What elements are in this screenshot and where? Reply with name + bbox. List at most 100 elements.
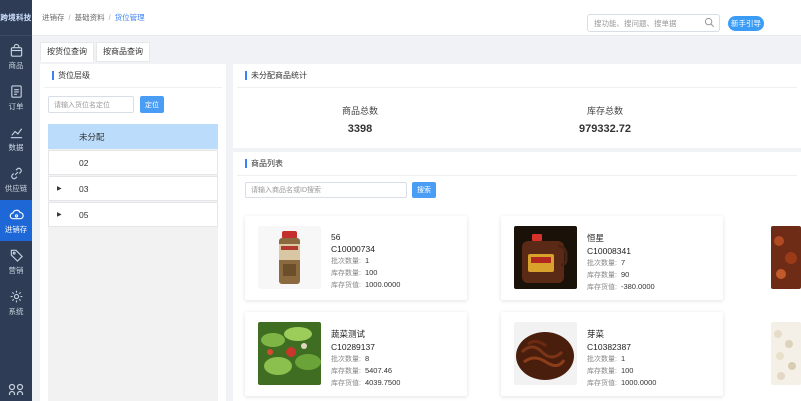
product-card[interactable]: 蔬菜测试 C10289137 批次数量: 8 库存数量: 5407.46 库存货值:… [245, 312, 467, 396]
title-accent-bar [245, 71, 247, 80]
stock-amount-value: -380.0000 [620, 282, 655, 291]
nav-item-marketing[interactable]: 营销 [0, 241, 32, 282]
nav-item-data[interactable]: 数据 [0, 118, 32, 159]
document-icon [10, 84, 22, 98]
tree-label: 未分配 [79, 131, 105, 142]
chart-icon [10, 127, 22, 138]
breadcrumb-item[interactable]: 基础资料 [75, 12, 105, 23]
product-image[interactable] [771, 322, 801, 385]
tree-label: 03 [79, 183, 89, 194]
product-code: C10008341 [587, 246, 631, 256]
product-value-row: 库存货值: 1000.0000 [587, 378, 656, 388]
product-code: C10382387 [587, 342, 631, 352]
field-label: 库存货值: [587, 284, 617, 291]
tree-expand-icon[interactable]: ▶ [57, 211, 67, 218]
cloud-icon [9, 209, 24, 219]
product-value-row: 库存货值: 1000.0000 [331, 280, 400, 290]
gear-icon [10, 290, 22, 302]
field-label: 库存数量: [331, 270, 361, 277]
product-stock-row: 库存数量: 5407.46 [331, 366, 400, 376]
stock-value: 5407.46 [364, 366, 393, 375]
nav-item-inventory[interactable]: 进销存 [0, 200, 32, 241]
breadcrumb-item[interactable]: 进销存 [42, 12, 65, 23]
batch-value: 1 [620, 354, 626, 363]
product-value-row: 库存货值: 4039.7500 [331, 378, 400, 388]
stats-title: 未分配商品统计 [237, 64, 797, 88]
tree-item-02[interactable]: 02 [48, 150, 218, 175]
tab-by-product[interactable]: 按商品查询 [96, 42, 150, 62]
stat-label: 库存总数 [586, 106, 623, 116]
location-search-input[interactable]: 请输入货位名定位 [48, 96, 134, 113]
search-icon[interactable] [704, 17, 715, 28]
product-search-input[interactable]: 请输入商品名或ID搜索 [245, 182, 407, 198]
tree-item-03[interactable]: ▶ 03 [48, 176, 218, 201]
tree-label: 02 [79, 157, 89, 168]
stock-amount-value: 1000.0000 [364, 280, 401, 289]
stat-value: 3398 [347, 123, 373, 135]
nav-label: 进销存 [4, 224, 28, 234]
nav-label: 系统 [8, 306, 24, 316]
nav-item-goods[interactable]: 商品 [0, 36, 32, 77]
search-placeholder: 搜功能、搜问题、搜单据 [594, 18, 677, 28]
locate-button[interactable]: 定位 [140, 96, 164, 113]
product-search-button[interactable]: 搜索 [412, 182, 436, 198]
tree-item-unassigned[interactable]: 未分配 [48, 124, 218, 149]
breadcrumb-separator: / [108, 13, 111, 22]
product-info: 56 C10000734 批次数量: 1 库存数量: 100 库存货值: 1000.0… [331, 232, 400, 290]
product-card[interactable]: 芽菜 C10382387 批次数量: 1 库存数量: 100 库存货值: 1000.0… [501, 312, 723, 396]
stock-value: 100 [620, 366, 634, 375]
product-name: 恒星 [587, 233, 605, 243]
field-label: 库存货值: [331, 380, 361, 387]
nav-label: 数据 [8, 142, 24, 152]
nav-item-system[interactable]: 系统 [0, 282, 32, 323]
stat-label: 商品总数 [341, 106, 378, 116]
breadcrumb-separator: / [68, 13, 71, 22]
product-image [514, 322, 577, 385]
global-search-input[interactable]: 搜功能、搜问题、搜单据 [587, 14, 720, 32]
batch-value: 1 [364, 256, 370, 265]
nav-label: 营销 [8, 265, 24, 275]
nav-label: 供应链 [4, 183, 28, 193]
stock-value: 90 [620, 270, 630, 279]
product-image[interactable] [771, 226, 801, 289]
tree-expand-icon[interactable]: ▶ [57, 185, 67, 192]
nav-item-orders[interactable]: 订单 [0, 77, 32, 118]
product-card[interactable]: 恒星 C10008341 批次数量: 7 库存数量: 90 库存货值: -380.00… [501, 216, 723, 300]
stock-amount-value: 4039.7500 [364, 378, 401, 387]
field-label: 库存数量: [587, 368, 617, 375]
location-panel: 货位层级 请输入货位名定位 定位 未分配 02 ▶ 03 ▶ 05 [40, 64, 226, 401]
tag-icon [10, 249, 23, 262]
app: 跨境科技 商品 订单 数据 供应链 进销存 营销 系统 进销存 / 基础资料 /… [0, 0, 801, 401]
stock-amount-value: 1000.0000 [620, 378, 657, 387]
sidebar: 跨境科技 商品 订单 数据 供应链 进销存 营销 系统 [0, 0, 32, 401]
product-list-card: 商品列表 请输入商品名或ID搜索 搜索 56 C10000734 批次数量: 1… [233, 152, 801, 401]
list-title-text: 商品列表 [251, 159, 283, 168]
product-name: 56 [331, 232, 341, 242]
batch-value: 8 [364, 354, 370, 363]
product-name: 蔬菜测试 [331, 329, 366, 339]
product-code: C10289137 [331, 342, 375, 352]
product-card[interactable]: 56 C10000734 批次数量: 1 库存数量: 100 库存货值: 1000.0… [245, 216, 467, 300]
title-accent-bar [245, 159, 247, 168]
field-label: 批次数量: [331, 258, 361, 265]
brand-logo[interactable]: 跨境科技 [0, 0, 32, 36]
product-stock-row: 库存数量: 100 [331, 268, 400, 278]
tree-item-05[interactable]: ▶ 05 [48, 202, 218, 227]
product-info: 恒星 C10008341 批次数量: 7 库存数量: 90 库存货值: -380.00… [587, 232, 655, 292]
list-title: 商品列表 [237, 152, 797, 176]
stat-value: 979332.72 [579, 123, 631, 135]
breadcrumb-current: 货位管理 [114, 13, 145, 22]
product-batch-row: 批次数量: 7 [587, 258, 655, 268]
field-label: 库存货值: [331, 282, 361, 289]
panel-title: 货位层级 [44, 64, 222, 88]
tab-by-location[interactable]: 按货位查询 [40, 42, 94, 62]
product-stock-row: 库存数量: 90 [587, 270, 655, 280]
field-label: 库存货值: [587, 380, 617, 387]
guide-button[interactable]: 新手引导 [728, 16, 764, 31]
nav-item-supply-chain[interactable]: 供应链 [0, 159, 32, 200]
product-info: 芽菜 C10382387 批次数量: 1 库存数量: 100 库存货值: 1000.0… [587, 328, 656, 388]
apps-icon [8, 383, 24, 395]
product-value-row: 库存货值: -380.0000 [587, 282, 655, 292]
product-image [258, 322, 321, 385]
sidebar-footer[interactable] [0, 383, 32, 395]
